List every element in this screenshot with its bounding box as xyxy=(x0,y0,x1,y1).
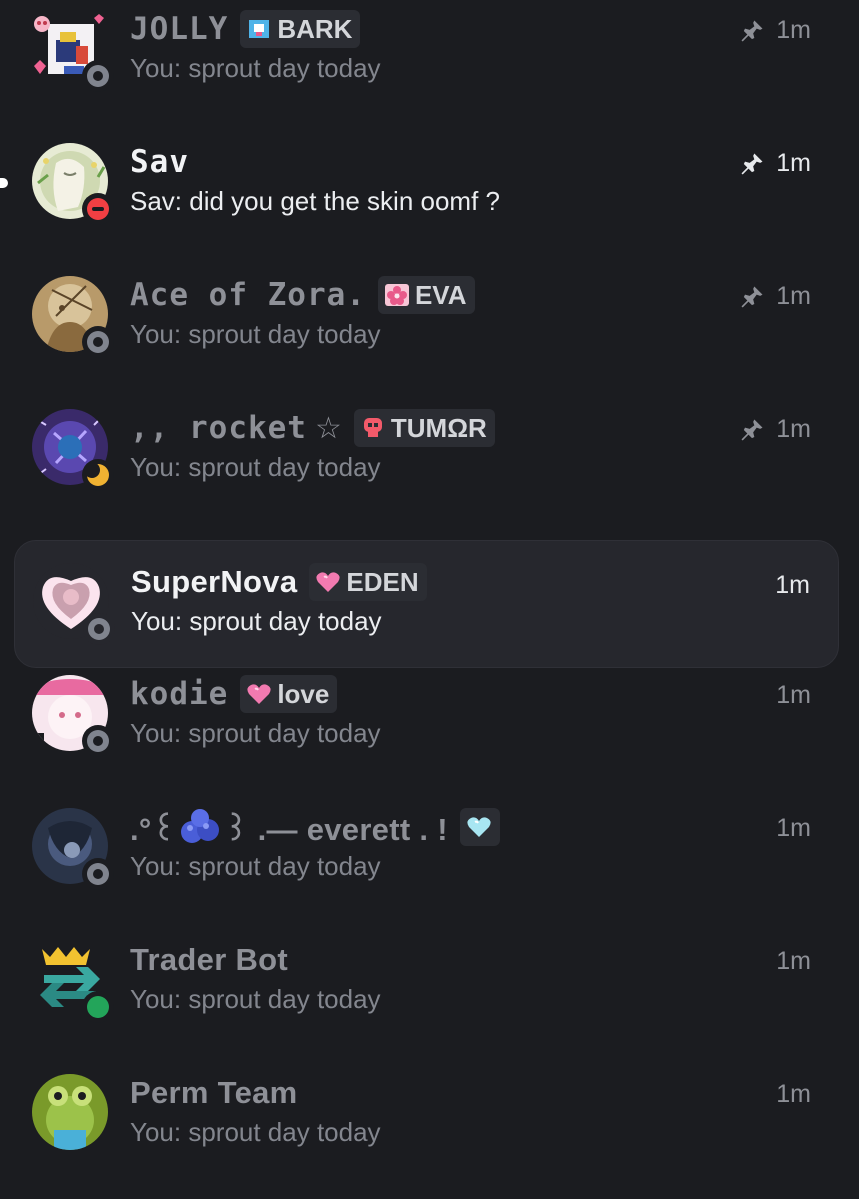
server-tag-label: EDEN xyxy=(346,566,419,597)
contact-name: ,, rocket xyxy=(130,410,307,446)
status-idle-icon xyxy=(82,459,114,491)
last-message-preview: You: sprout day today xyxy=(131,606,382,636)
contact-name: SuperNova xyxy=(131,564,298,599)
skull-badge-icon xyxy=(363,418,382,437)
timestamp: 1m xyxy=(776,814,811,842)
server-tag-label: TUMΩR xyxy=(390,412,487,443)
dm-row-trader-bot[interactable]: Trader Bot You: sprout day today 1m xyxy=(14,917,839,1045)
timestamp: 1m xyxy=(776,16,811,44)
timestamp: 1m xyxy=(776,1080,811,1108)
server-tag-label: love xyxy=(277,678,330,709)
blue-heart-badge-icon xyxy=(467,817,491,837)
pin-icon xyxy=(741,419,763,440)
unread-indicator xyxy=(0,178,8,188)
dm-row-supernova[interactable]: SuperNova EDEN You: sprout day today 1m xyxy=(14,540,839,668)
timestamp: 1m xyxy=(775,571,810,599)
server-tag xyxy=(459,808,500,846)
status-offline-icon xyxy=(82,858,114,890)
timestamp: 1m xyxy=(776,282,811,310)
dm-row-jolly[interactable]: JOLLY BARK You: sprout day today 1m xyxy=(14,0,839,114)
bark-badge-icon xyxy=(249,20,270,38)
contact-name-suffix: ꒱ .— everett . ! xyxy=(224,811,448,847)
pink-heart-badge-icon xyxy=(247,684,271,704)
status-offline-icon xyxy=(82,60,114,92)
dm-row-sav[interactable]: Sav Sav: did you get the skin oomf ? 1m xyxy=(0,119,839,247)
server-tag: EVA xyxy=(377,276,475,314)
contact-name: Perm Team xyxy=(130,1075,298,1110)
pink-heart-badge-icon xyxy=(316,572,340,592)
star-icon: ☆ xyxy=(314,410,342,446)
last-message-preview: You: sprout day today xyxy=(130,851,381,881)
timestamp: 1m xyxy=(776,415,811,443)
server-tag-label: EVA xyxy=(414,279,467,310)
last-message-preview: You: sprout day today xyxy=(130,984,381,1014)
timestamp: 1m xyxy=(776,149,811,177)
dm-row-ace-of-zora[interactable]: Ace of Zora. EVA You: sprout day today 1… xyxy=(14,252,839,380)
server-tag: EDEN xyxy=(309,563,427,601)
timestamp: 1m xyxy=(776,947,811,975)
blueberry-icon xyxy=(181,809,220,843)
status-offline-icon xyxy=(82,326,114,358)
server-tag: TUMΩR xyxy=(353,409,495,447)
last-message-preview: You: sprout day today xyxy=(130,452,381,482)
avatar xyxy=(32,1074,108,1150)
server-tag: love xyxy=(240,675,338,713)
direct-message-list: JOLLY BARK You: sprout day today 1m Sav … xyxy=(0,0,859,1199)
status-online-icon xyxy=(82,991,114,1023)
last-message-preview: Sav: did you get the skin oomf ? xyxy=(130,186,500,216)
status-dnd-icon xyxy=(82,193,114,225)
server-tag-label: BARK xyxy=(277,13,353,44)
contact-name: kodie xyxy=(130,676,229,712)
pin-icon xyxy=(741,286,763,307)
status-offline-icon xyxy=(82,725,114,757)
sakura-badge-icon xyxy=(384,284,409,306)
dm-row-rocket[interactable]: ,, rocket ☆ TUMΩR You: sprout day today xyxy=(14,385,839,513)
last-message-preview: You: sprout day today xyxy=(130,718,381,748)
contact-name: JOLLY xyxy=(130,11,229,47)
contact-name: Ace of Zora. xyxy=(130,277,366,313)
dm-row-everett[interactable]: .°꒰ ꒱ .— everett . ! You: sprout day tod… xyxy=(14,784,839,912)
last-message-preview: You: sprout day today xyxy=(130,53,381,83)
pin-icon xyxy=(741,20,763,41)
server-tag: BARK xyxy=(240,10,361,48)
contact-name: Sav xyxy=(130,144,189,180)
last-message-preview: You: sprout day today xyxy=(130,319,381,349)
last-message-preview: You: sprout day today xyxy=(130,1117,381,1147)
dm-row-perm-team[interactable]: Perm Team You: sprout day today 1m xyxy=(14,1050,839,1178)
timestamp: 1m xyxy=(776,681,811,709)
contact-name: .°꒰ xyxy=(130,811,177,847)
pin-icon xyxy=(741,153,763,174)
status-offline-icon xyxy=(83,613,115,645)
contact-name: Trader Bot xyxy=(130,942,289,977)
dm-row-kodie[interactable]: kodie love You: sprout day today 1m xyxy=(14,651,839,779)
